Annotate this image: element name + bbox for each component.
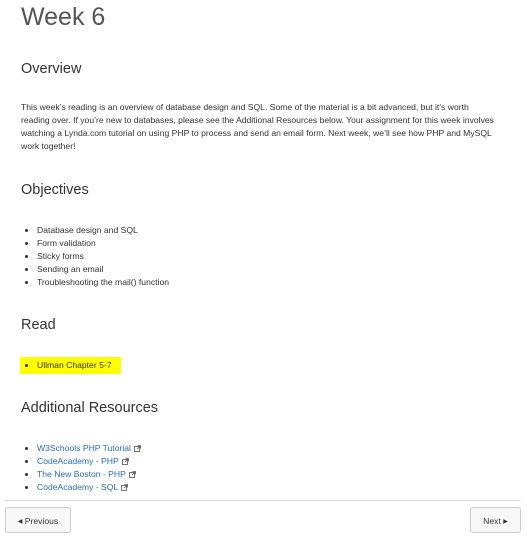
list-item: Ullman Chapter 5-7	[37, 359, 112, 372]
next-label: Next	[483, 516, 501, 526]
list-item: Sticky forms	[37, 250, 169, 263]
objectives-heading: Objectives	[21, 182, 89, 198]
list-item: CodeAcademy - PHP	[37, 455, 141, 468]
resources-list: W3Schools PHP Tutorial CodeAcademy - PHP…	[21, 442, 141, 494]
list-item: Database design and SQL	[37, 224, 169, 237]
list-item: Form validation	[37, 237, 169, 250]
resources-heading: Additional Resources	[21, 400, 159, 416]
overview-paragraph: This week’s reading is an overview of da…	[21, 102, 494, 151]
list-item: Sending an email	[37, 263, 169, 276]
page-title: Week 6	[21, 3, 106, 31]
read-list: Ullman Chapter 5-7	[21, 359, 112, 372]
external-link-icon	[121, 458, 129, 465]
caret-left-icon: ◀	[17, 519, 23, 525]
list-item: CodeAcademy - SQL	[37, 481, 141, 494]
next-button[interactable]: Next ▶	[470, 507, 521, 533]
footer-divider	[4, 500, 521, 501]
external-link-icon	[121, 484, 129, 491]
read-heading: Read	[21, 317, 56, 333]
caret-right-icon: ▶	[503, 519, 508, 525]
previous-label: Previous	[24, 516, 59, 526]
resource-link-codeacademy-php[interactable]: CodeAcademy - PHP	[37, 456, 119, 466]
previous-button[interactable]: ◀ Previous	[5, 507, 71, 533]
list-item: The New Boston - PHP	[37, 468, 141, 481]
external-link-icon	[128, 471, 136, 478]
overview-heading: Overview	[21, 61, 82, 77]
external-link-icon	[134, 445, 141, 452]
list-item: W3Schools PHP Tutorial	[37, 442, 141, 455]
list-item: Troubleshooting the mail() function	[37, 276, 169, 289]
objectives-list: Database design and SQL Form validation …	[21, 224, 169, 289]
week-page: Week 6 Overview This week’s reading is a…	[0, 0, 527, 543]
resource-link-w3schools[interactable]: W3Schools PHP Tutorial	[37, 443, 131, 453]
resource-link-codeacademy-sql[interactable]: CodeAcademy - SQL	[37, 482, 118, 492]
resource-link-new-boston-php[interactable]: The New Boston - PHP	[37, 469, 126, 479]
